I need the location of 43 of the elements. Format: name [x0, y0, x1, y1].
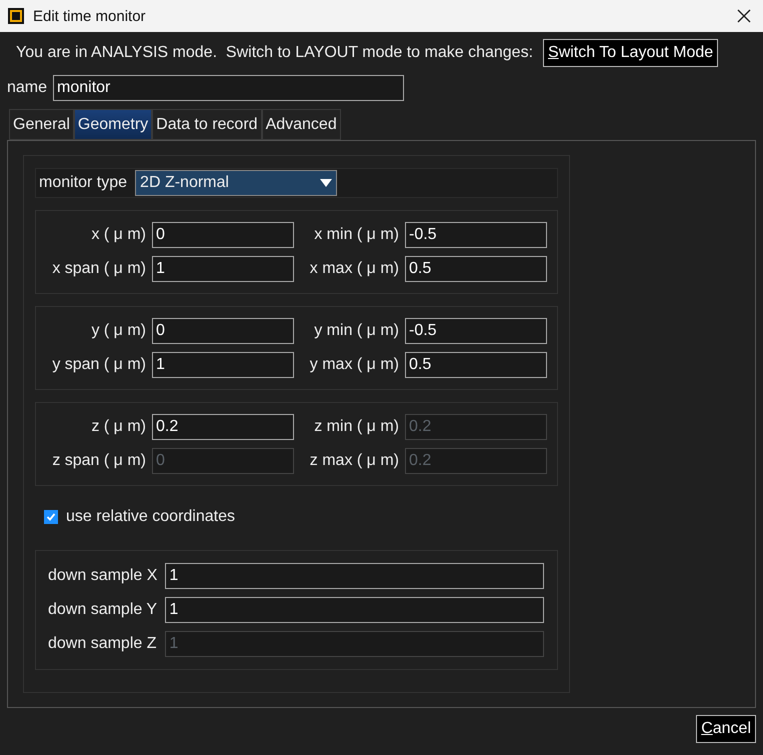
- field-label: x min ( μ m): [313, 226, 399, 244]
- mode-notice: You are in ANALYSIS mode. Switch to LAYOUT mode to make changes:: [16, 44, 534, 62]
- tab[interactable]: Advanced: [262, 109, 341, 140]
- app-icon: [8, 8, 24, 24]
- field-label: y ( μ m): [90, 322, 146, 340]
- field-label: monitor type: [39, 174, 128, 192]
- number-field[interactable]: -0.5: [405, 222, 547, 248]
- field-label: y max ( μ m): [308, 356, 399, 374]
- number-field[interactable]: 1: [165, 563, 544, 589]
- tab[interactable]: General: [9, 109, 74, 140]
- field-label: down sample X: [48, 567, 158, 585]
- field-label: x ( μ m): [90, 226, 146, 244]
- field-label: z min ( μ m): [313, 418, 399, 436]
- number-field[interactable]: 1: [152, 352, 294, 378]
- number-field[interactable]: 1: [165, 597, 544, 623]
- cancel-button[interactable]: Cancel: [696, 715, 756, 743]
- checkbox-label: use relative coordinates: [66, 508, 235, 526]
- number-field[interactable]: 0.2: [152, 414, 294, 440]
- field-label: z max ( μ m): [308, 452, 399, 470]
- field-label: x span ( μ m): [51, 260, 146, 278]
- switch-layout-button[interactable]: Switch To Layout Mode: [543, 39, 718, 67]
- number-field[interactable]: 0.5: [405, 352, 547, 378]
- number-field[interactable]: 0: [152, 222, 294, 248]
- close-icon[interactable]: [737, 9, 751, 23]
- field-label: x max ( μ m): [308, 260, 399, 278]
- field-label: down sample Z: [48, 635, 158, 653]
- number-field[interactable]: 0: [152, 318, 294, 344]
- number-field[interactable]: -0.5: [405, 318, 547, 344]
- monitor-type-dropdown[interactable]: 2D Z-normal: [135, 170, 338, 196]
- field-label: name: [7, 79, 48, 97]
- checkbox[interactable]: [44, 510, 58, 524]
- field-label: z span ( μ m): [51, 452, 146, 470]
- tab[interactable]: Data to record: [152, 109, 262, 140]
- name-field[interactable]: monitor: [53, 75, 404, 101]
- window-title: Edit time monitor: [33, 8, 147, 24]
- number-field[interactable]: 0.5: [405, 256, 547, 282]
- field-label: down sample Y: [48, 601, 158, 619]
- field-label: y span ( μ m): [51, 356, 146, 374]
- caret-icon: [320, 179, 332, 187]
- tab[interactable]: Geometry: [74, 109, 152, 140]
- number-field[interactable]: 1: [152, 256, 294, 282]
- field-label: z ( μ m): [90, 418, 146, 436]
- field-label: y min ( μ m): [313, 322, 399, 340]
